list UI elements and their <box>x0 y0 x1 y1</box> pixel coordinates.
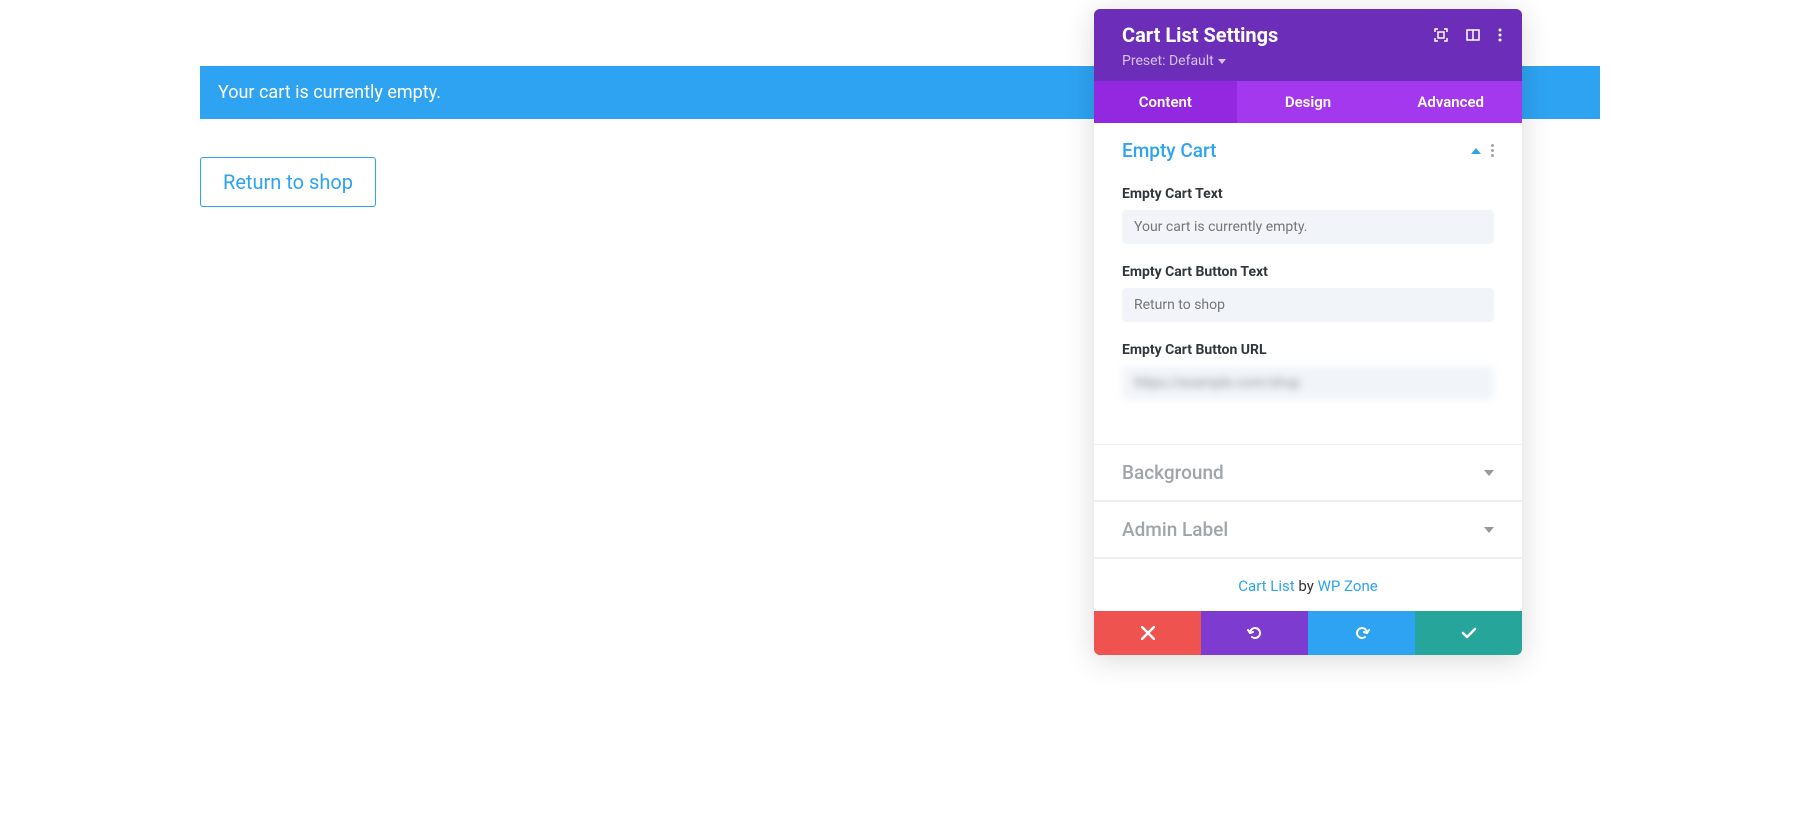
section-options-icon[interactable] <box>1491 144 1494 157</box>
save-button[interactable] <box>1415 611 1522 655</box>
field-label-empty-cart-button-url: Empty Cart Button URL <box>1122 342 1494 358</box>
return-to-shop-button[interactable]: Return to shop <box>200 157 376 207</box>
more-options-icon[interactable] <box>1498 28 1502 42</box>
field-label-empty-cart-button-text: Empty Cart Button Text <box>1122 264 1494 280</box>
undo-icon <box>1247 625 1263 641</box>
tab-design[interactable]: Design <box>1237 81 1380 123</box>
preset-dropdown[interactable]: Preset: Default <box>1122 53 1502 69</box>
section-header-admin-label[interactable]: Admin Label <box>1094 501 1522 558</box>
panel-title: Cart List Settings <box>1122 23 1278 47</box>
chevron-down-icon <box>1484 527 1494 533</box>
field-label-empty-cart-text: Empty Cart Text <box>1122 186 1494 202</box>
cancel-button[interactable] <box>1094 611 1201 655</box>
snap-icon[interactable] <box>1466 28 1480 42</box>
expand-icon[interactable] <box>1434 28 1448 42</box>
undo-button[interactable] <box>1201 611 1308 655</box>
redo-button[interactable] <box>1308 611 1415 655</box>
tabs: Content Design Advanced <box>1094 81 1522 123</box>
section-header-empty-cart[interactable]: Empty Cart <box>1094 123 1522 178</box>
page-preview: Your cart is currently empty. Return to … <box>0 0 1100 207</box>
preset-label: Preset: Default <box>1122 53 1214 69</box>
close-icon <box>1141 626 1155 640</box>
check-icon <box>1461 627 1477 639</box>
chevron-down-icon <box>1218 59 1226 64</box>
section-title-admin-label: Admin Label <box>1122 518 1228 541</box>
redo-icon <box>1354 625 1370 641</box>
panel-footer-credit: Cart List by WP Zone <box>1094 558 1522 611</box>
cart-list-link[interactable]: Cart List <box>1238 577 1294 595</box>
action-bar <box>1094 611 1522 655</box>
empty-cart-button-text-input[interactable] <box>1122 288 1494 322</box>
wp-zone-link[interactable]: WP Zone <box>1318 577 1378 595</box>
chevron-down-icon <box>1484 470 1494 476</box>
empty-cart-text-input[interactable] <box>1122 210 1494 244</box>
tab-advanced[interactable]: Advanced <box>1379 81 1522 123</box>
chevron-up-icon <box>1471 148 1481 154</box>
panel-header: Cart List Settings <box>1094 9 1522 81</box>
section-content-empty-cart: Empty Cart Text Empty Cart Button Text E… <box>1094 178 1522 444</box>
tab-content[interactable]: Content <box>1094 81 1237 123</box>
section-title-empty-cart: Empty Cart <box>1122 139 1216 162</box>
panel-body: Empty Cart Empty Cart Text Empty Cart Bu… <box>1094 123 1522 611</box>
empty-cart-button-url-input[interactable] <box>1122 366 1494 400</box>
section-title-background: Background <box>1122 461 1224 484</box>
section-header-background[interactable]: Background <box>1094 444 1522 501</box>
settings-panel: Cart List Settings <box>1094 9 1522 655</box>
